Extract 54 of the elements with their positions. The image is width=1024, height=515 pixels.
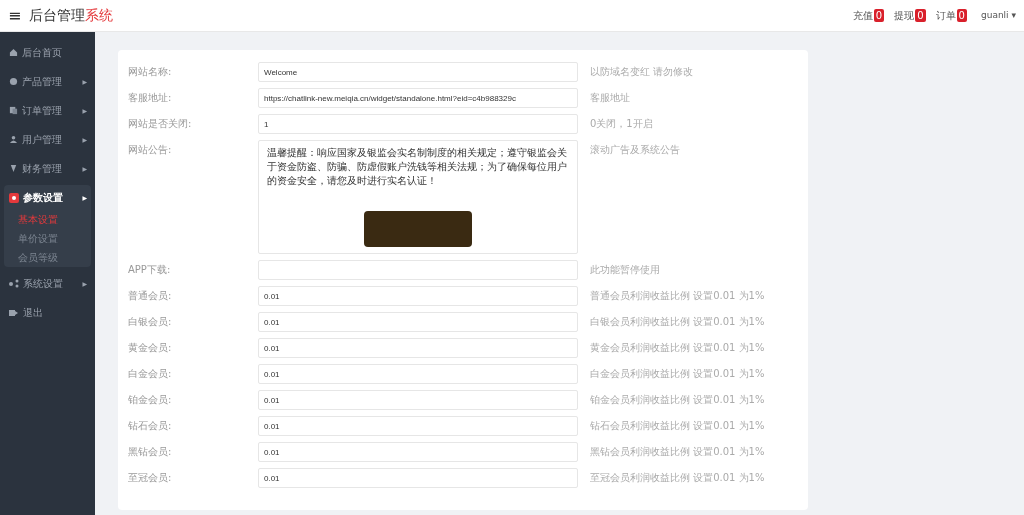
field-label: 网站是否关闭: [128,117,193,131]
text-field[interactable] [258,260,578,280]
field-label: 黑钻会员: [128,445,173,459]
field-hint: 黑钻会员利润收益比例 设置0.01 为1% [590,445,765,459]
sidebar-item[interactable]: 后台首页 [4,40,91,65]
field-hint: 普通会员利润收益比例 设置0.01 为1% [590,289,765,303]
field-hint: 黄金会员利润收益比例 设置0.01 为1% [590,341,765,355]
sidebar-item[interactable]: 退出 [4,300,91,325]
field-label: 客服地址: [128,91,173,105]
header-link[interactable]: 订单 0 [935,8,967,23]
announcement-text: 温馨提醒：响应国家及银监会实名制制度的相关规定；遵守银监会关于资金防盗、防骗、防虚假账户洗钱等相关法规；为了确保每位用户的资金安全，请您及时进行实名认证！ [267,146,568,188]
app-title: 后台管理系统 [29,6,114,25]
field-label: 网站名称: [128,65,173,79]
field-hint: 钻石会员利润收益比例 设置0.01 为1% [590,419,765,433]
field-hint: 此功能暂停使用 [590,263,660,277]
exit-icon [9,308,19,317]
text-field[interactable]: 0.01 [258,338,578,358]
text-field[interactable]: 1 [258,114,578,134]
field-hint: 0关闭，1开启 [590,117,653,131]
document-icon [9,106,18,115]
text-field[interactable]: https://chatlink-new.meiqia.cn/widget/standalone.html?eid=c4b988329c [258,88,578,108]
header-link[interactable]: 充值 0 [852,8,885,23]
user-menu[interactable]: guanli ▾ [981,8,1016,23]
share-icon [9,279,19,288]
gear-icon [9,192,19,203]
field-label: 黄金会员: [128,341,173,355]
field-label: 白银会员: [128,315,173,329]
text-field[interactable]: 0.01 [258,390,578,410]
field-hint: 白银会员利润收益比例 设置0.01 为1% [590,315,765,329]
field-hint: 滚动广告及系统公告 [590,143,680,157]
text-field[interactable]: Welcome [258,62,578,82]
field-label: APP下载: [128,263,172,277]
home-icon [9,48,18,57]
field-label: 至冠会员: [128,471,173,485]
field-hint: 至冠会员利润收益比例 设置0.01 为1% [590,471,765,485]
header-link[interactable]: 提现 0 [894,8,926,23]
text-field[interactable]: 0.01 [258,312,578,332]
text-field[interactable]: 0.01 [258,468,578,488]
field-label: 白金会员: [128,367,173,381]
text-field[interactable]: 0.01 [258,442,578,462]
field-hint: 客服地址 [590,91,630,105]
field-hint: 铂金会员利润收益比例 设置0.01 为1% [590,393,765,407]
field-label: 钻石会员: [128,419,173,433]
text-field[interactable]: 0.01 [258,364,578,384]
menu-icon[interactable]: ≡ [8,7,22,24]
field-hint: 白金会员利润收益比例 设置0.01 为1% [590,367,765,381]
field-hint: 以防域名变红 请勿修改 [590,65,694,79]
text-field[interactable]: 0.01 [258,416,578,436]
announcement-field[interactable]: 温馨提醒：响应国家及银监会实名制制度的相关规定；遵守银监会关于资金防盗、防骗、防虚假账户洗钱等相关法规；为了确保每位用户的资金安全，请您及时进行实名认证！ [258,140,578,254]
text-field[interactable]: 0.01 [258,286,578,306]
field-label: 铂金会员: [128,393,173,407]
field-label: 普通会员: [128,289,173,303]
user-icon [9,135,18,144]
field-label: 网站公告: [128,143,173,157]
